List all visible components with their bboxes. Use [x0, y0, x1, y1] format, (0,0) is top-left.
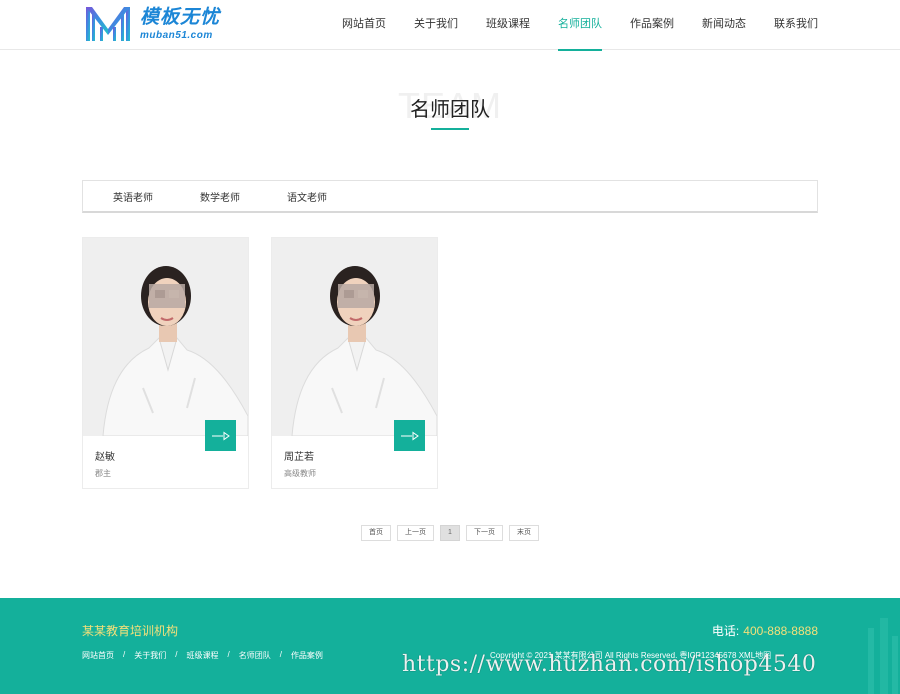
tab-chinese[interactable]: 语文老师 [287, 189, 327, 204]
view-detail-button[interactable] [394, 420, 425, 451]
teacher-card[interactable]: 赵敏 郡主 [82, 237, 249, 489]
teacher-photo[interactable] [272, 238, 437, 436]
footer-link-home[interactable]: 网站首页 [82, 650, 114, 661]
site-footer: 某某教育培训机构 网站首页 / 关于我们 / 班级课程 / 名师团队 / 作品案… [0, 598, 900, 694]
teacher-role: 高级教师 [284, 469, 316, 478]
page-number-current[interactable]: 1 [440, 525, 460, 541]
footer-link-teachers[interactable]: 名师团队 [239, 650, 271, 661]
teacher-name[interactable]: 周芷若 [284, 448, 314, 463]
site-header: 模板无忧 muban51.com 网站首页 关于我们 班级课程 名师团队 作品案… [0, 0, 900, 51]
site-logo[interactable]: 模板无忧 muban51.com [84, 4, 220, 44]
footer-link-works[interactable]: 作品案例 [291, 650, 323, 661]
phone-number: 400-888-8888 [743, 624, 818, 638]
tab-math[interactable]: 数学老师 [200, 189, 240, 204]
teacher-card[interactable]: 周芷若 高级教师 [271, 237, 438, 489]
main-nav: 网站首页 关于我们 班级课程 名师团队 作品案例 新闻动态 联系我们 [314, 0, 818, 51]
page-next-button[interactable]: 下一页 [465, 525, 503, 541]
footer-separator: / [123, 650, 126, 659]
teacher-name[interactable]: 赵敏 [95, 448, 115, 463]
footer-org-name: 某某教育培训机构 [82, 624, 179, 638]
nav-teachers[interactable]: 名师团队 [558, 0, 602, 51]
nav-contact[interactable]: 联系我们 [774, 0, 818, 50]
portrait-image [272, 238, 437, 436]
teacher-photo[interactable] [83, 238, 248, 436]
logo-subtitle: muban51.com [140, 29, 213, 41]
footer-separator: / [279, 650, 282, 659]
arrow-right-icon [211, 431, 230, 440]
page-last-button[interactable]: 末页 [508, 525, 539, 541]
tab-english[interactable]: 英语老师 [113, 189, 153, 204]
xml-sitemap-link[interactable]: XML地图 [739, 651, 771, 660]
nav-works[interactable]: 作品案例 [630, 0, 674, 50]
copyright-text: Copyright © 2021 某某有限公司 All Rights Reser… [490, 651, 737, 660]
phone-label: 电话: [711, 624, 740, 638]
portrait-image [83, 238, 248, 436]
footer-copyright: Copyright © 2021 某某有限公司 All Rights Reser… [490, 650, 771, 661]
nav-about[interactable]: 关于我们 [414, 0, 458, 50]
footer-phone: 电话: 400-888-8888 [712, 622, 818, 639]
view-detail-button[interactable] [205, 420, 236, 451]
pagination: 首页 上一页 1 下一页 末页 [0, 525, 900, 541]
teacher-role: 郡主 [95, 469, 111, 478]
logo-m-icon [86, 7, 130, 41]
decorative-graphic [868, 618, 898, 694]
footer-separator: / [227, 650, 230, 659]
nav-home[interactable]: 网站首页 [342, 0, 386, 50]
page-first-button[interactable]: 首页 [361, 525, 392, 541]
arrow-right-icon [400, 431, 419, 440]
footer-nav: 网站首页 / 关于我们 / 班级课程 / 名师团队 / 作品案例 [82, 650, 323, 661]
nav-news[interactable]: 新闻动态 [702, 0, 746, 50]
footer-link-courses[interactable]: 班级课程 [186, 650, 218, 661]
nav-courses[interactable]: 班级课程 [486, 0, 530, 50]
footer-separator: / [175, 650, 178, 659]
logo-title: 模板无忧 [140, 6, 221, 28]
footer-link-about[interactable]: 关于我们 [134, 650, 166, 661]
category-tabs: 英语老师 数学老师 语文老师 [82, 180, 818, 213]
page-title: 名师团队 [410, 99, 490, 121]
page-prev-button[interactable]: 上一页 [397, 525, 435, 541]
section-heading: TEAM 名师团队 [0, 84, 900, 134]
title-underline [431, 128, 469, 130]
